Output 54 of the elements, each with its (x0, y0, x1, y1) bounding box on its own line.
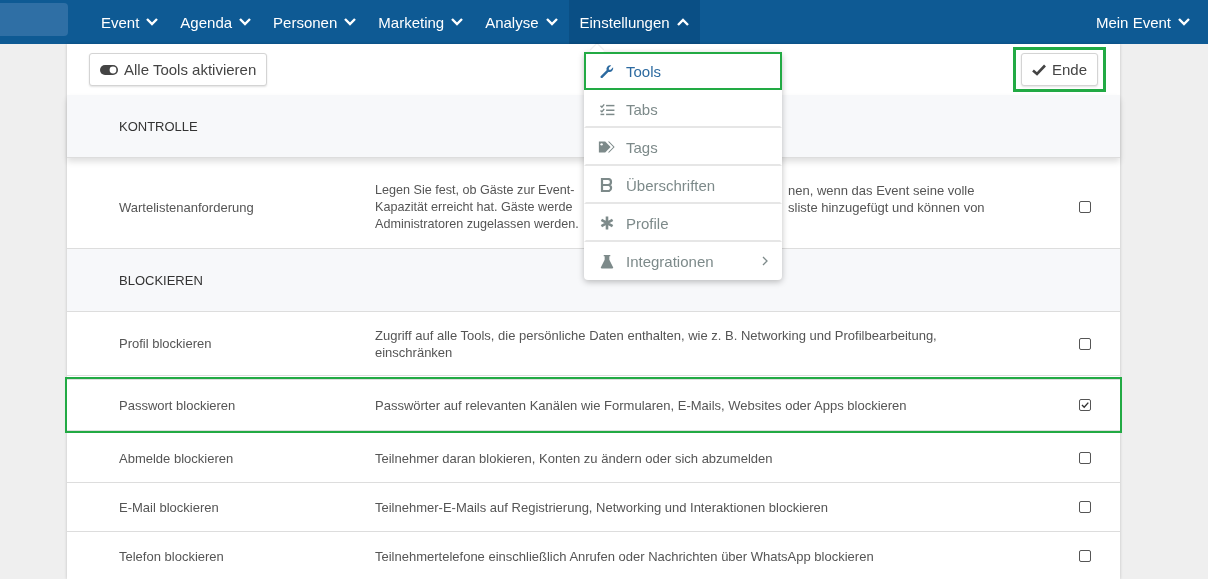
description-fragment: nen, wenn das Event seine volle (788, 181, 976, 199)
nav-menu[interactable]: Marketing (367, 0, 475, 44)
checklist-icon (598, 102, 616, 116)
chevron-icon (146, 18, 159, 26)
nav-menu[interactable]: Personen (262, 0, 368, 44)
nav-menu[interactable]: Analyse (474, 0, 569, 44)
checkbox[interactable] (1079, 550, 1091, 562)
checkbox[interactable] (1079, 201, 1091, 213)
description-fragment: sliste hinzugefügt und können von (788, 198, 985, 216)
setting-name: Telefon blockieren (118, 548, 225, 564)
menu-item[interactable]: Tabs (584, 90, 782, 128)
checkbox[interactable] (1079, 501, 1091, 513)
chevron-icon (344, 18, 357, 26)
setting-name: Abmelde blockieren (118, 450, 235, 466)
wrench-icon (598, 63, 616, 79)
checkbox[interactable] (1079, 337, 1091, 350)
setting-description: Teilnehmer daran blokieren, Konten zu ändern oder sich abzumelden (375, 449, 774, 467)
chevron-icon (239, 18, 252, 26)
nav-menu[interactable]: Agenda (169, 0, 263, 44)
toggle-icon (100, 64, 118, 75)
description-fragment: Legen Sie fest, ob Gäste zur Event- (375, 181, 576, 199)
account-menu[interactable]: Mein Event (1084, 0, 1208, 44)
logo-area (0, 3, 68, 36)
chevron-icon (676, 18, 689, 26)
toggle-all-button[interactable]: Alle Tools aktivieren (89, 53, 268, 86)
setting-description: Teilnehmer-E-Mails auf Registrierung, Networking und Interaktionen blockieren (375, 498, 830, 516)
section-title: BLOCKIEREN (119, 272, 203, 288)
menu-item[interactable]: Profile (584, 204, 782, 242)
nav-menu[interactable]: Einstellungen (568, 0, 700, 44)
checkbox[interactable] (1079, 452, 1091, 464)
section-title: KONTROLLE (119, 118, 198, 134)
menu-item[interactable]: Tools (584, 52, 782, 90)
description-fragment: Administratoren zugelassen werden. (375, 215, 580, 233)
description-fragment: Kapazität erreicht hat. Gäste werde (375, 198, 574, 216)
done-button[interactable]: Ende (1020, 53, 1098, 86)
checkmark-icon (1031, 63, 1046, 76)
nav-menu[interactable]: Event (90, 0, 170, 44)
tags-icon (598, 140, 616, 154)
setting-description: Teilnehmertelefone einschließlich Anrufen oder Nachrichten über WhatsApp blockieren (375, 547, 875, 565)
setting-name: Profil blockieren (118, 336, 213, 351)
setting-name: Wartelistenanforderung (118, 199, 255, 215)
menu-item[interactable]: Integrationen (584, 242, 782, 280)
checkbox[interactable] (1079, 399, 1091, 411)
chevron-icon (545, 18, 558, 26)
setting-name: E-Mail blockieren (118, 499, 220, 515)
setting-description: Zugriff auf alle Tools, die persönliche Daten enthalten, wie z. B. Networking und Profilbearbeitung, einschränken (375, 326, 938, 361)
menu-item[interactable]: Überschriften (584, 166, 782, 204)
setting-description: Passwörter auf relevanten Kanälen wie Formularen, E-Mails, Websites oder Apps blockieren (375, 396, 908, 414)
chevron-icon (1178, 18, 1190, 26)
asterisk-icon (598, 216, 616, 230)
chevron-icon (451, 18, 464, 26)
flask-icon (598, 253, 616, 269)
setting-name: Passwort blockieren (118, 397, 237, 413)
menu-item[interactable]: Tags (584, 128, 782, 166)
